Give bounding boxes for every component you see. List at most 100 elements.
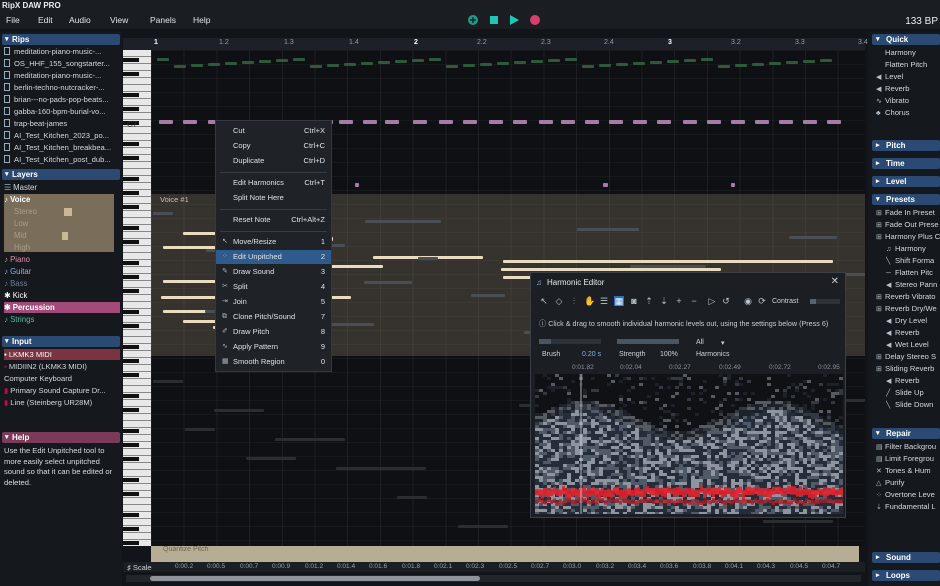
quick-item-reverb[interactable]: ◀ Reverb (876, 83, 940, 94)
preset-item[interactable]: ⊞ Fade In Preset (876, 207, 940, 218)
preset-subitem[interactable]: ╱ Slide Up (886, 387, 940, 398)
black-key[interactable] (123, 156, 139, 160)
note-blob[interactable] (803, 60, 815, 63)
contrast-slider[interactable] (810, 299, 840, 304)
rip-item[interactable]: AI_Test_Kitchen_post_dub... (4, 154, 120, 165)
black-key[interactable] (123, 527, 139, 531)
black-key[interactable] (123, 513, 139, 517)
note-blob[interactable] (503, 260, 833, 263)
hand-icon[interactable]: ✋ (584, 296, 595, 306)
note-blob[interactable] (157, 58, 169, 61)
refresh-icon[interactable]: ⟳ (757, 296, 767, 306)
note-blob[interactable] (789, 236, 837, 239)
note-blob[interactable] (242, 61, 254, 64)
note-blob[interactable] (585, 120, 599, 124)
rip-item[interactable]: gabba-160-bpm-burial-vo... (4, 106, 120, 117)
menu-item-clone-pitch-sound[interactable]: ⧉ Clone Pitch/Sound 7 (216, 310, 331, 324)
note-blob[interactable] (718, 65, 730, 68)
record-icon[interactable] (529, 14, 541, 26)
scrollbar-thumb[interactable] (150, 576, 480, 581)
preset-subitem[interactable]: ╲ Shift Forma (886, 255, 940, 266)
preset-subitem[interactable]: ◀ Reverb (886, 375, 940, 386)
note-blob[interactable] (365, 220, 441, 223)
repair-item[interactable]: ✕ Tones & Hum (876, 465, 940, 476)
note-blob[interactable] (429, 58, 441, 61)
quick-item-level[interactable]: ◀ Level (876, 71, 940, 82)
black-key[interactable] (123, 289, 139, 293)
note-blob[interactable] (153, 380, 183, 383)
note-blob[interactable] (458, 525, 508, 528)
menu-edit[interactable]: Edit (38, 15, 53, 25)
note-blob[interactable] (246, 457, 296, 460)
plus-icon[interactable]: + (674, 296, 684, 306)
menu-item-duplicate[interactable]: Duplicate Ctrl+D (216, 154, 331, 168)
eye-icon[interactable]: ◉ (743, 296, 753, 306)
menu-item-reset-note[interactable]: Reset Note Ctrl+Alt+Z (216, 213, 331, 227)
menu-item-draw-sound[interactable]: ✎ Draw Sound 3 (216, 265, 331, 279)
play-icon[interactable] (508, 14, 520, 26)
input-item[interactable]: Computer Keyboard (4, 373, 120, 384)
input-header[interactable]: ▾ Input (2, 336, 120, 347)
black-key[interactable] (123, 93, 139, 97)
quick-item-flatten-pitch[interactable]: Flatten Pitch (876, 59, 940, 70)
note-blob[interactable] (276, 59, 288, 62)
preset-subitem[interactable]: ◀ Wet Level (886, 339, 940, 350)
note-blob[interactable] (363, 120, 377, 124)
rip-item[interactable]: berlin-techno-nutcracker-... (4, 82, 120, 93)
layer-kick[interactable]: ✱ Kick (4, 290, 120, 301)
menu-item-draw-pitch[interactable]: ✐ Draw Pitch 8 (216, 325, 331, 339)
note-blob[interactable] (731, 120, 745, 124)
rip-item[interactable]: meditation-piano-music-... (4, 70, 120, 81)
note-blob[interactable] (779, 120, 793, 124)
preset-item[interactable]: ⊞ Reverb Vibrato (876, 291, 940, 302)
layer-percussion[interactable]: ✱ Percussion (4, 302, 120, 313)
black-key[interactable] (123, 142, 139, 146)
note-blob[interactable] (827, 120, 841, 124)
layer-voice-mid[interactable]: Mid (14, 230, 130, 241)
black-key[interactable] (123, 177, 139, 181)
menu-item-smooth-region[interactable]: ▦ Smooth Region 0 (216, 355, 331, 369)
rip-item[interactable]: AI_Test_Kitchen_2023_po... (4, 130, 120, 141)
repair-item[interactable]: ▤ Filter Backgrou (876, 441, 940, 452)
note-blob[interactable] (752, 63, 764, 66)
note-blob[interactable] (633, 62, 645, 65)
repair-item[interactable]: ⁘ Overtone Leve (876, 489, 940, 500)
note-blob[interactable] (701, 58, 713, 61)
repair-item[interactable]: △ Purify (876, 477, 940, 488)
chevron-down-icon[interactable]: ▾ (721, 339, 725, 347)
note-blob[interactable] (259, 60, 271, 63)
rip-item[interactable]: OS_HHF_155_songstarter... (4, 58, 120, 69)
rip-icon[interactable] (467, 14, 479, 26)
quick-header[interactable]: ▾ Quick (872, 34, 940, 45)
rip-item[interactable]: meditation-piano-music-... (4, 46, 120, 57)
layer-guitar[interactable]: ♪ Guitar (4, 266, 120, 277)
note-blob[interactable] (293, 58, 305, 61)
note-blob[interactable] (395, 60, 407, 63)
note-blob[interactable] (159, 120, 173, 124)
tempo-display[interactable]: 133 BP (905, 16, 938, 27)
help-header[interactable]: ▾ Help (2, 432, 120, 443)
black-key[interactable] (123, 72, 139, 76)
preset-item[interactable]: ⊞ Delay Stereo S (876, 351, 940, 362)
black-key[interactable] (123, 443, 139, 447)
menu-item-split-note-here[interactable]: Split Note Here (216, 191, 331, 205)
input-item-selected[interactable]: ▪ LKMK3 MIDI (4, 349, 120, 360)
black-key[interactable] (123, 478, 139, 482)
menu-item-join[interactable]: ⇥ Join 5 (216, 295, 331, 309)
list-icon[interactable]: ☰ (599, 296, 609, 306)
menu-item-cut[interactable]: Cut Ctrl+X (216, 124, 331, 138)
minus-icon[interactable]: − (689, 296, 699, 306)
menu-item-copy[interactable]: Copy Ctrl+C (216, 139, 331, 153)
note-blob[interactable] (633, 120, 647, 124)
note-blob[interactable] (339, 120, 353, 124)
note-blob[interactable] (174, 65, 186, 68)
note-blob[interactable] (183, 120, 197, 124)
layer-voice-low[interactable]: Low (14, 218, 130, 229)
menu-view[interactable]: View (110, 15, 128, 25)
note-blob[interactable] (489, 120, 503, 124)
note-blob[interactable] (650, 61, 662, 64)
note-blob[interactable] (185, 428, 215, 431)
repair-header[interactable]: ▾ Repair (872, 428, 940, 439)
note-blob[interactable] (501, 268, 721, 271)
note-blob[interactable] (667, 60, 679, 63)
